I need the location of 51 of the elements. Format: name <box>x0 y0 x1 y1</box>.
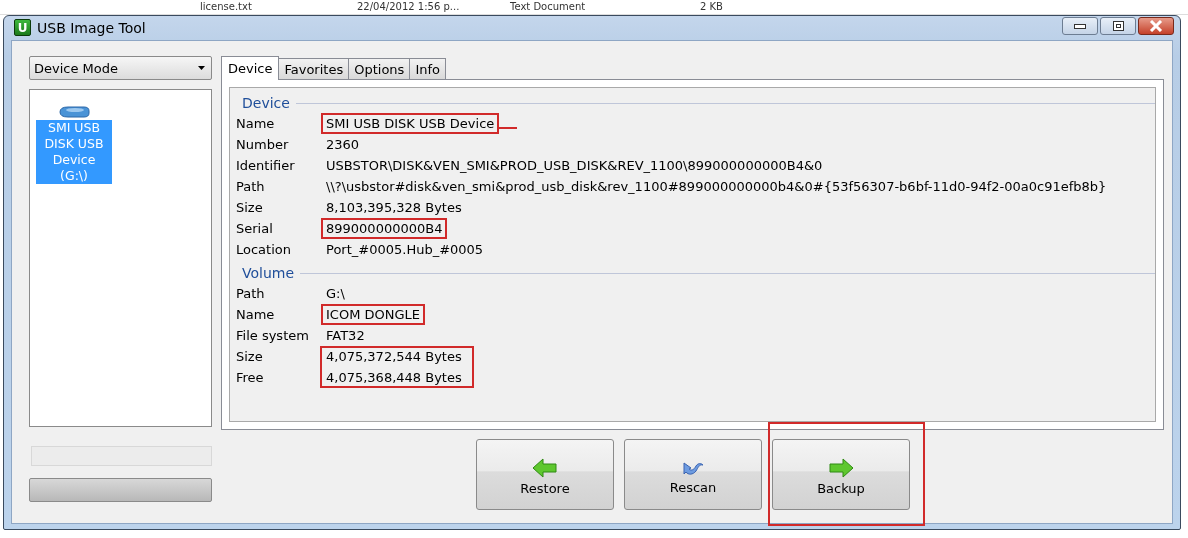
field-label: Location <box>236 242 292 257</box>
field-value: 8,103,395,328 Bytes <box>326 200 462 215</box>
window-title: USB Image Tool <box>37 19 147 36</box>
field-label: Size <box>236 349 264 364</box>
field-value: 4,075,368,448 Bytes <box>326 370 462 385</box>
usb-drive-icon <box>58 104 90 120</box>
field-label: Name <box>236 307 276 322</box>
dropdown-arrow-icon <box>198 66 205 70</box>
minimize-button[interactable] <box>1062 16 1098 35</box>
field-label: Identifier <box>236 158 296 173</box>
tab[interactable]: Device <box>221 56 280 80</box>
field-value: \\?\usbstor#disk&ven_smi&prod_usb_disk&rev_1100#899000000000b4&0#{53f56307-b6bf-11d0-94f2-00a0c91efb8b} <box>326 179 1107 194</box>
action-button[interactable]: Rescan <box>624 439 762 510</box>
tab[interactable]: Options <box>348 58 411 79</box>
field-label: File system <box>236 328 310 343</box>
field-value: Port_#0005.Hub_#0005 <box>326 242 484 257</box>
field-value: ICOM DONGLE <box>326 307 420 322</box>
field-label: Size <box>236 200 264 215</box>
field-value: G:\ <box>326 286 345 301</box>
field-value: FAT32 <box>326 328 365 343</box>
field-value: 2360 <box>326 137 360 152</box>
file-list-cell: 22/04/2012 1:56 p... <box>357 0 460 13</box>
left-arrow-icon <box>532 458 558 478</box>
field-label: Name <box>236 116 276 131</box>
curved-arrow-icon <box>682 459 704 477</box>
tab[interactable]: Favorites <box>278 58 350 79</box>
field-label: Number <box>236 137 290 152</box>
close-button[interactable] <box>1138 16 1174 35</box>
file-list-cell: 2 KB <box>700 0 723 13</box>
field-value: 899000000000B4 <box>326 221 443 236</box>
section-heading: Volume <box>242 265 295 281</box>
maximize-icon <box>1112 20 1124 31</box>
field-value: 4,075,372,544 Bytes <box>326 349 462 364</box>
section-heading: Device <box>242 95 290 111</box>
field-label: Path <box>236 179 266 194</box>
field-label: Path <box>236 286 266 301</box>
file-list-cell: license.txt <box>200 0 252 13</box>
action-button[interactable]: Backup <box>772 439 910 510</box>
field-value: SMI USB DISK USB Device <box>326 116 495 131</box>
maximize-button[interactable] <box>1100 16 1136 35</box>
close-icon <box>1149 19 1163 32</box>
field-value: USBSTOR\DISK&VEN_SMI&PROD_USB_DISK&REV_1100\899000000000B4&0 <box>326 158 823 173</box>
mode-dropdown[interactable]: Device Mode <box>29 56 212 80</box>
app-logo-icon: U <box>14 19 31 36</box>
tab[interactable]: Info <box>409 58 446 79</box>
action-button[interactable]: Restore <box>476 439 614 510</box>
minimize-icon <box>1074 22 1086 29</box>
field-label: Free <box>236 370 265 385</box>
field-label: Serial <box>236 221 274 236</box>
file-list-cell: Text Document <box>510 0 586 13</box>
right-arrow-icon <box>828 458 854 478</box>
